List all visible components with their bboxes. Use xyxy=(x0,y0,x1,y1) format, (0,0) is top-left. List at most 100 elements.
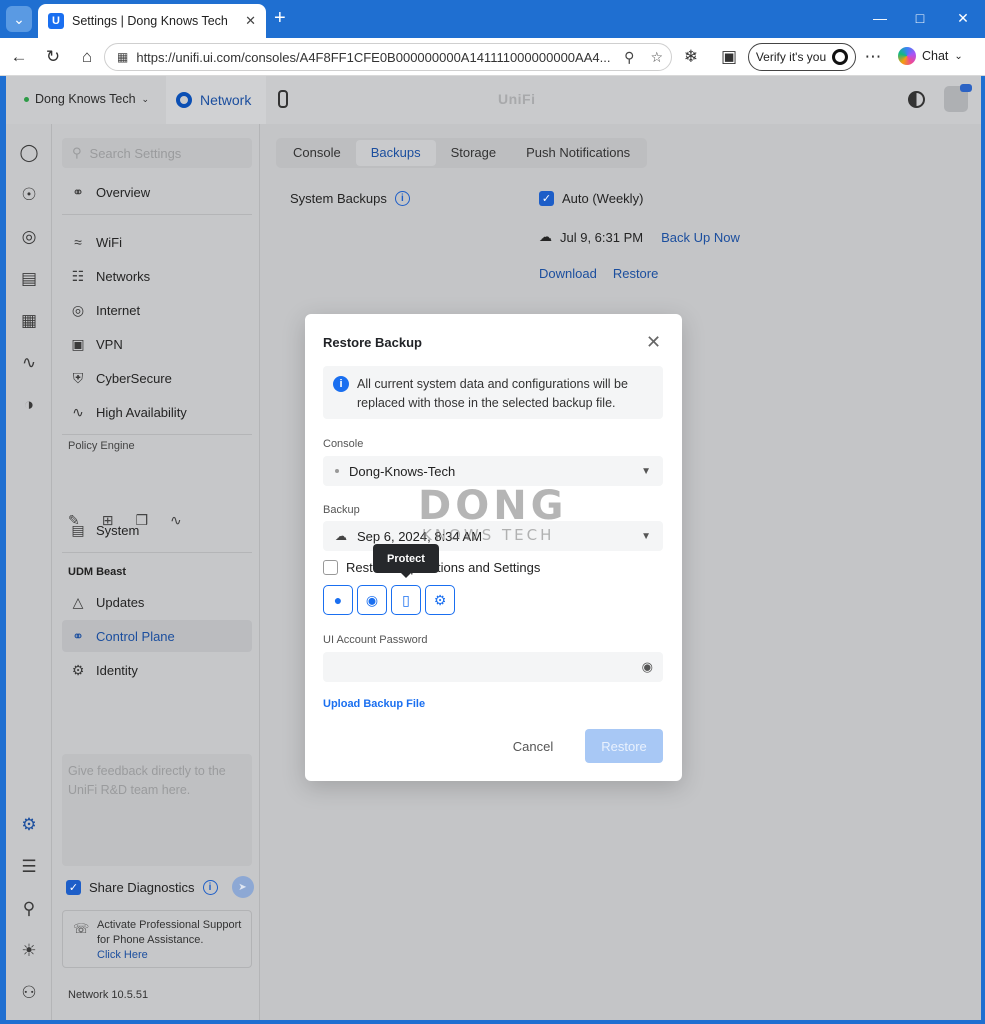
close-window-icon[interactable]: ✕ xyxy=(953,10,973,27)
restore-link[interactable]: Restore xyxy=(613,266,659,281)
signal-icon[interactable]: ∿ xyxy=(18,352,40,374)
console-select[interactable]: Dong-Knows-Tech ▼ xyxy=(323,456,663,486)
identity-app-icon[interactable]: ● xyxy=(323,585,353,615)
support-headset-icon: ☏ xyxy=(73,921,90,936)
extensions-puzzle-icon[interactable]: ❄ xyxy=(680,47,702,67)
info-icon[interactable]: i xyxy=(394,191,410,206)
sidebar-item-wifi[interactable]: ≈ WiFi xyxy=(62,226,252,258)
protect-device-icon[interactable] xyxy=(278,90,288,108)
more-options-icon[interactable]: ⋯ xyxy=(862,47,884,67)
site-info-icon[interactable]: ▦ xyxy=(117,50,128,64)
copilot-chat-button[interactable]: Chat ⌄ xyxy=(898,47,963,65)
sidebar-item-internet[interactable]: ◎ Internet xyxy=(62,294,252,326)
sidebar-item-cybersecure[interactable]: ⛨ CyberSecure xyxy=(62,362,252,394)
modal-info-note: i All current system data and configurat… xyxy=(323,366,663,419)
insights-icon[interactable]: ▦ xyxy=(18,310,40,332)
info-icon[interactable]: i xyxy=(202,879,218,895)
verify-identity-button[interactable]: Verify it's you xyxy=(748,43,856,71)
sidebar-item-overview[interactable]: ⚭ Overview xyxy=(62,176,252,208)
maximize-icon[interactable]: □ xyxy=(910,10,930,26)
cloud-upload-icon: ☁ xyxy=(539,229,552,244)
backup-label: Backup xyxy=(323,504,360,516)
policy-engine-label: Policy Engine xyxy=(68,440,135,452)
close-icon[interactable]: ✕ xyxy=(646,333,661,351)
info-icon: i xyxy=(333,376,349,392)
sidebar-item-control-plane[interactable]: ⚭ Control Plane xyxy=(62,620,252,652)
console-label: Console xyxy=(323,438,364,450)
eye-icon[interactable]: ◉ xyxy=(642,659,653,675)
tab-console[interactable]: Console xyxy=(278,140,356,166)
wifi-icon: ≈ xyxy=(74,234,82,250)
cancel-button[interactable]: Cancel xyxy=(501,730,565,762)
integrations-icon[interactable]: ⚲ xyxy=(18,898,40,920)
unifi-favicon-icon: U xyxy=(48,13,64,29)
feedback-textarea[interactable]: Give feedback directly to the UniFi R&D … xyxy=(62,754,252,866)
share-diagnostics-checkbox[interactable]: ✓ xyxy=(66,879,81,895)
settings-search-input[interactable]: ⚲ Search Settings xyxy=(62,138,252,168)
dashboard-icon[interactable]: ◯ xyxy=(18,142,40,164)
last-backup-time: Jul 9, 6:31 PM xyxy=(560,229,644,245)
reload-icon[interactable]: ↻ xyxy=(42,47,64,67)
version-label: Network 10.5.51 xyxy=(68,989,149,1001)
favorite-star-icon[interactable]: ☆ xyxy=(650,49,663,66)
network-app-icon[interactable]: ◉ xyxy=(357,585,387,615)
sidebar-item-label: Control Plane xyxy=(96,628,175,644)
divider xyxy=(62,214,252,215)
screenshot-icon[interactable]: ▣ xyxy=(718,47,740,67)
minimize-icon[interactable]: — xyxy=(870,10,890,26)
tab-backups[interactable]: Backups xyxy=(355,140,436,166)
sidebar-item-label: Internet xyxy=(96,302,141,318)
alerts-icon[interactable]: ☀ xyxy=(18,940,40,962)
sidebar-item-vpn[interactable]: ▣ VPN xyxy=(62,328,252,360)
community-icon[interactable]: ⚇ xyxy=(18,982,40,1004)
back-arrow-icon[interactable]: ← xyxy=(8,47,30,67)
browser-tab-bar: ⌄ U Settings | Dong Knows Tech ✕ + — □ ✕ xyxy=(0,0,985,38)
new-tab-plus-icon[interactable]: + xyxy=(274,8,286,28)
vpn-monitor-icon: ▣ xyxy=(71,335,85,352)
back-up-now-link[interactable]: Back Up Now xyxy=(661,230,740,245)
tab-storage[interactable]: Storage xyxy=(436,140,512,166)
network-app-label: Network xyxy=(200,92,252,108)
last-backup-row: ☁ Jul 9, 6:31 PM Back Up Now xyxy=(539,229,740,245)
avatar-badge xyxy=(960,84,972,92)
settings-gear-icon[interactable]: ⚙ xyxy=(18,814,40,836)
send-feedback-button[interactable]: ➤ xyxy=(231,876,254,898)
password-label: UI Account Password xyxy=(323,634,428,646)
system-icon: ▤ xyxy=(71,521,85,538)
sidebar-item-label: Updates xyxy=(96,594,145,610)
sidebar-item-identity[interactable]: ⚙ Identity xyxy=(62,654,252,686)
unifi-devices-icon[interactable]: ◎ xyxy=(18,226,40,248)
support-link[interactable]: Click Here xyxy=(97,949,148,961)
app-rail: ◯ ☉ ◎ ▤ ▦ ∿ ◑ ⚙ ☰ ⚲ ☀ ⚇ xyxy=(6,124,52,1020)
auto-backup-checkbox[interactable]: ✓ xyxy=(539,191,554,206)
sidebar-item-updates[interactable]: △ Updates xyxy=(62,586,252,618)
download-link[interactable]: Download xyxy=(539,266,597,281)
restore-applications-checkbox[interactable] xyxy=(323,560,338,575)
alarm-bulb-icon[interactable]: ◑ xyxy=(18,394,40,416)
url-field[interactable]: ▦ https://unifi.ui.com/consoles/A4F8FF1C… xyxy=(104,43,672,71)
unifi-logo: UniFi xyxy=(498,91,536,107)
sidebar-item-networks[interactable]: ☷ Networks xyxy=(62,260,252,292)
sidebar-item-label: CyberSecure xyxy=(96,370,172,386)
theme-toggle-icon[interactable] xyxy=(908,91,925,108)
browser-tab[interactable]: U Settings | Dong Knows Tech ✕ xyxy=(38,4,266,38)
network-app-tab[interactable]: Network xyxy=(166,76,266,124)
share-diagnostics[interactable]: ✓ Share Diagnostics i ➤ xyxy=(66,876,254,898)
close-tab-icon[interactable]: ✕ xyxy=(245,13,256,29)
password-input[interactable]: ◉ xyxy=(323,652,663,682)
home-icon[interactable]: ⌂ xyxy=(76,47,98,67)
tab-push-notifications[interactable]: Push Notifications xyxy=(511,140,645,166)
clients-icon[interactable]: ▤ xyxy=(18,268,40,290)
topology-icon[interactable]: ☉ xyxy=(18,184,40,206)
sidebar-item-high-availability[interactable]: ∿ High Availability xyxy=(62,396,252,428)
auto-backup-option[interactable]: ✓ Auto (Weekly) xyxy=(539,191,643,206)
protect-app-icon[interactable]: ▯ xyxy=(391,585,421,615)
settings-gear-icon[interactable]: ⚙ xyxy=(425,585,455,615)
sidebar-item-system[interactable]: ▤ System xyxy=(62,514,252,546)
upload-backup-file-link[interactable]: Upload Backup File xyxy=(323,698,425,710)
tab-actions-chevron-icon[interactable]: ⌄ xyxy=(6,6,32,32)
logs-icon[interactable]: ☰ xyxy=(18,856,40,878)
key-icon[interactable]: ⚲ xyxy=(624,49,634,66)
restore-button[interactable]: Restore xyxy=(585,729,663,763)
site-selector[interactable]: Dong Knows Tech ⌄ xyxy=(24,92,149,106)
